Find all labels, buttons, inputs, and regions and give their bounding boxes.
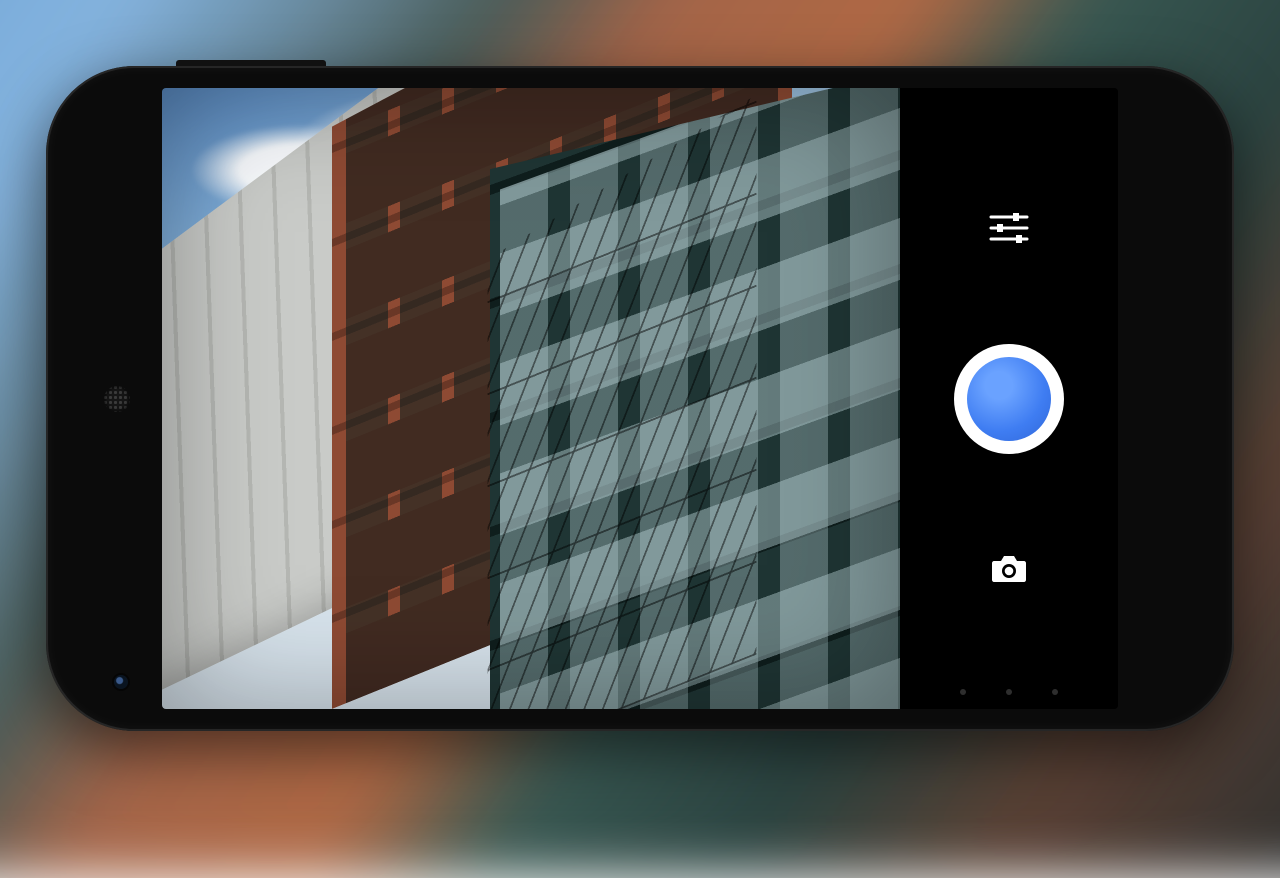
shutter-ring [954,344,1064,454]
nav-dot [1006,689,1012,695]
camera-icon [990,554,1028,584]
camera-control-strip [900,88,1118,709]
front-camera-lens [114,675,128,689]
camera-mode-button[interactable] [987,547,1031,591]
camera-viewfinder[interactable] [162,88,900,709]
nav-dot [1052,689,1058,695]
device-frame [46,66,1234,731]
shutter-button[interactable] [954,344,1064,454]
screen [162,88,1118,709]
tune-icon [989,211,1029,245]
exposure-settings-button[interactable] [987,206,1031,250]
android-nav-dots [900,689,1118,695]
viewfinder-building-green [490,88,900,709]
earpiece-speaker [104,386,130,412]
nav-dot [960,689,966,695]
shutter-icon [967,357,1051,441]
